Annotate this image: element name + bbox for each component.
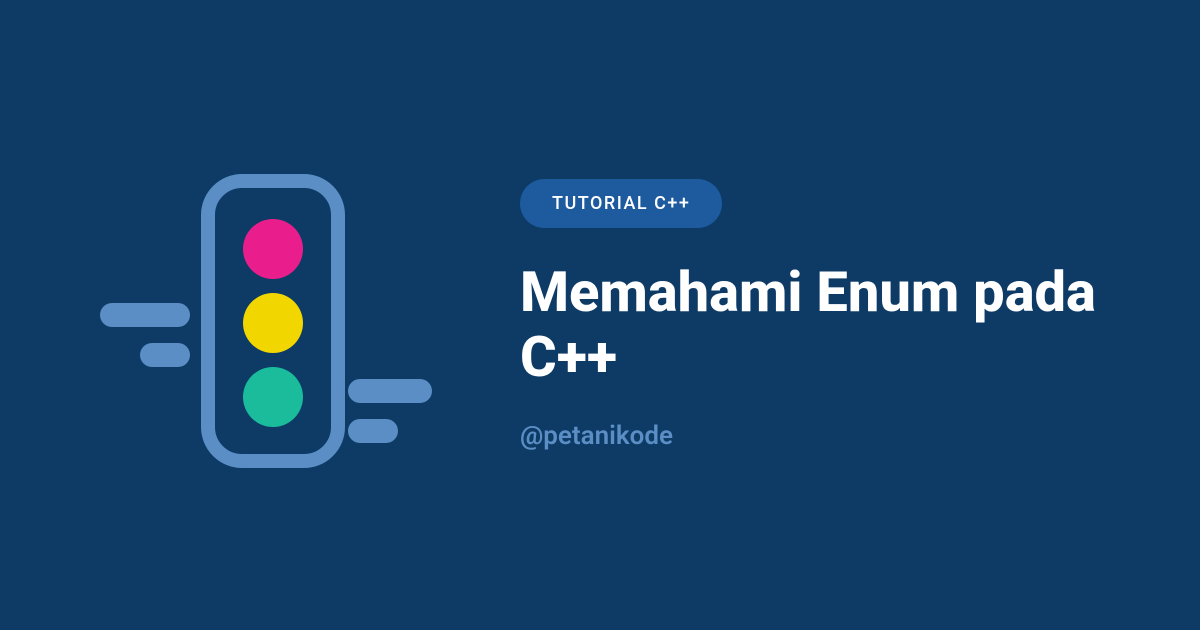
traffic-light-icon [80,125,460,505]
category-badge: TUTORIAL C++ [520,179,722,228]
traffic-light-illustration [60,105,480,525]
author-handle: @petanikode [520,421,1140,451]
banner-container: TUTORIAL C++ Memahami Enum pada C++ @pet… [0,105,1200,525]
content-section: TUTORIAL C++ Memahami Enum pada C++ @pet… [480,179,1140,451]
page-title: Memahami Enum pada C++ [520,260,1140,389]
